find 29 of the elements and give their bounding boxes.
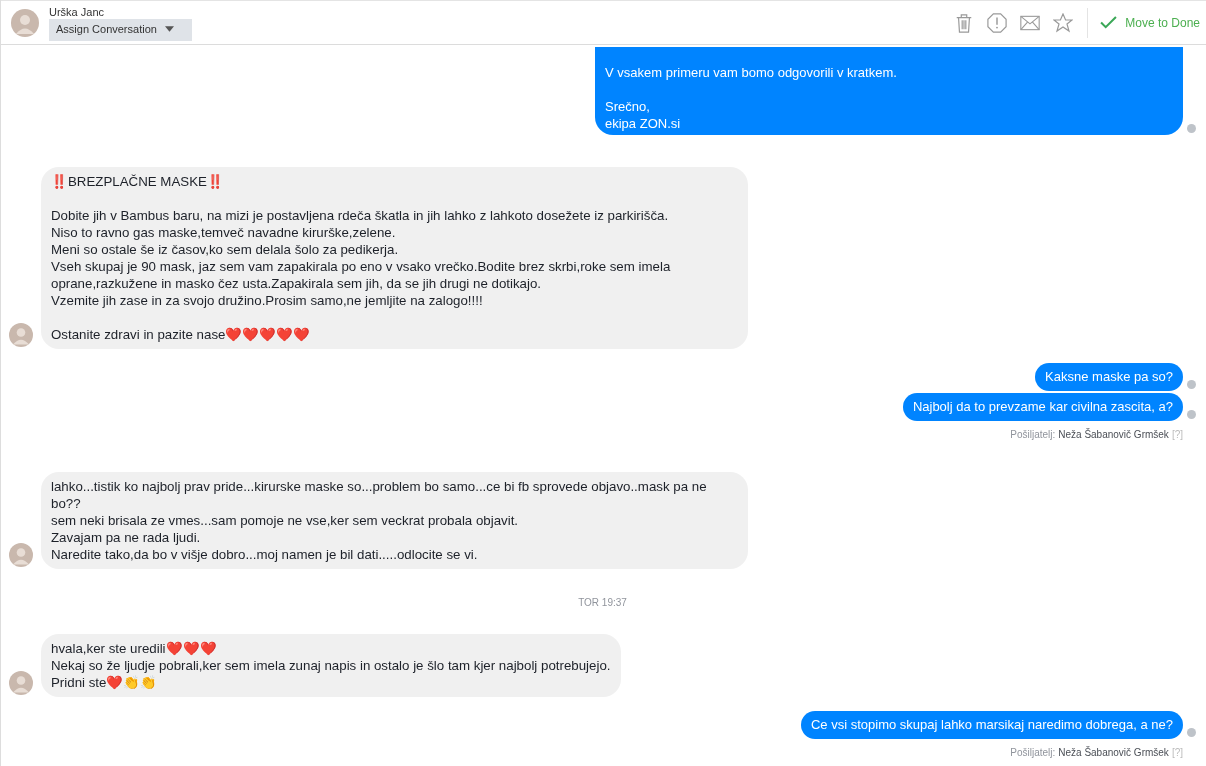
avatar-icon	[9, 543, 33, 567]
message-bubble: lahko...tistik ko najbolj prav pride...kirurske maske so...problem bo samo...ce bi fb sprovede objavo..mask pa ne bo?? sem neki brisala ze vmes...sam pomoje ne vse,ker sem veckrat probala objavit. Zavajam pa ne rada ljudi. Naredite tako,da bo v višje dobro...moj namen je bil dati.....odlocite se vi.	[41, 472, 748, 569]
delivered-icon	[1187, 124, 1196, 133]
assign-conversation-button[interactable]: Assign Conversation	[49, 19, 192, 41]
help-link[interactable]: [?]	[1171, 747, 1183, 758]
delivered-icon	[1187, 728, 1196, 737]
delivered-icon	[1187, 410, 1196, 419]
check-icon	[1100, 16, 1118, 29]
avatar-icon	[9, 671, 33, 695]
sender-label: Pošiljatelj:	[1010, 747, 1056, 758]
caret-icon	[164, 26, 174, 32]
avatar-icon	[11, 8, 39, 37]
delivered-icon	[1187, 380, 1196, 389]
message-bubble: Najbolj da to prevzame kar civilna zascita, a?	[902, 393, 1183, 421]
sender-name: Neža Šabanovič Grmšek	[1058, 747, 1169, 758]
sender-name: Neža Šabanovič Grmšek	[1058, 429, 1169, 440]
message-bubble: V vsakem primeru vam bomo odgovorili v kratkem. Srečno, ekipa ZON.si	[595, 47, 1183, 135]
message-bubble: ‼BREZPLAČNE MASKE‼ Dobite jih v Bambus baru, na mizi je postavljena rdeča škatla in jih lahko z lahkoto dosežete iz parkirišča. Niso to ravno gas maske,temveč navadne kirurške,zelene. Meni so ostale še iz časov,ko sem delala šolo za pedikerja. Vseh skupaj je 90 mask, jaz sem vam zapakirala po eno v vsako vrečko.Bodite brez skrbi,roke sem imela oprane,razkužene in masko čez usta.Zapakirala sem jih, da se jih drugi ne dotikajo. Vzemite jih zase in za svojo družino.Prosim samo,ne jemljite na zalogo!!!! Ostanite zdravi in pazite nase❤❤❤❤❤	[41, 167, 748, 349]
message-bubble: Ce vsi stopimo skupaj lahko marsikaj naredimo dobrega, a ne?	[800, 711, 1183, 739]
message-bubble: hvala,ker ste uredili❤❤❤ Nekaj so že ljudje pobrali,ker sem imela zunaj napis in ostalo je šlo tam kjer najbolj potrebujejo. Pridni ste❤👏👏	[41, 634, 621, 697]
move-to-done-button[interactable]: Move to Done	[1100, 15, 1200, 30]
contact-name: Urška Janc	[49, 6, 105, 18]
timestamp: TOR 19:37	[578, 597, 627, 608]
avatar-icon	[9, 323, 33, 347]
help-link[interactable]: [?]	[1171, 429, 1183, 440]
sender-label: Pošiljatelj:	[1010, 429, 1056, 440]
message-bubble: Kaksne maske pa so?	[1035, 363, 1183, 391]
star-icon[interactable]	[1053, 12, 1074, 33]
alert-icon[interactable]	[987, 12, 1008, 33]
